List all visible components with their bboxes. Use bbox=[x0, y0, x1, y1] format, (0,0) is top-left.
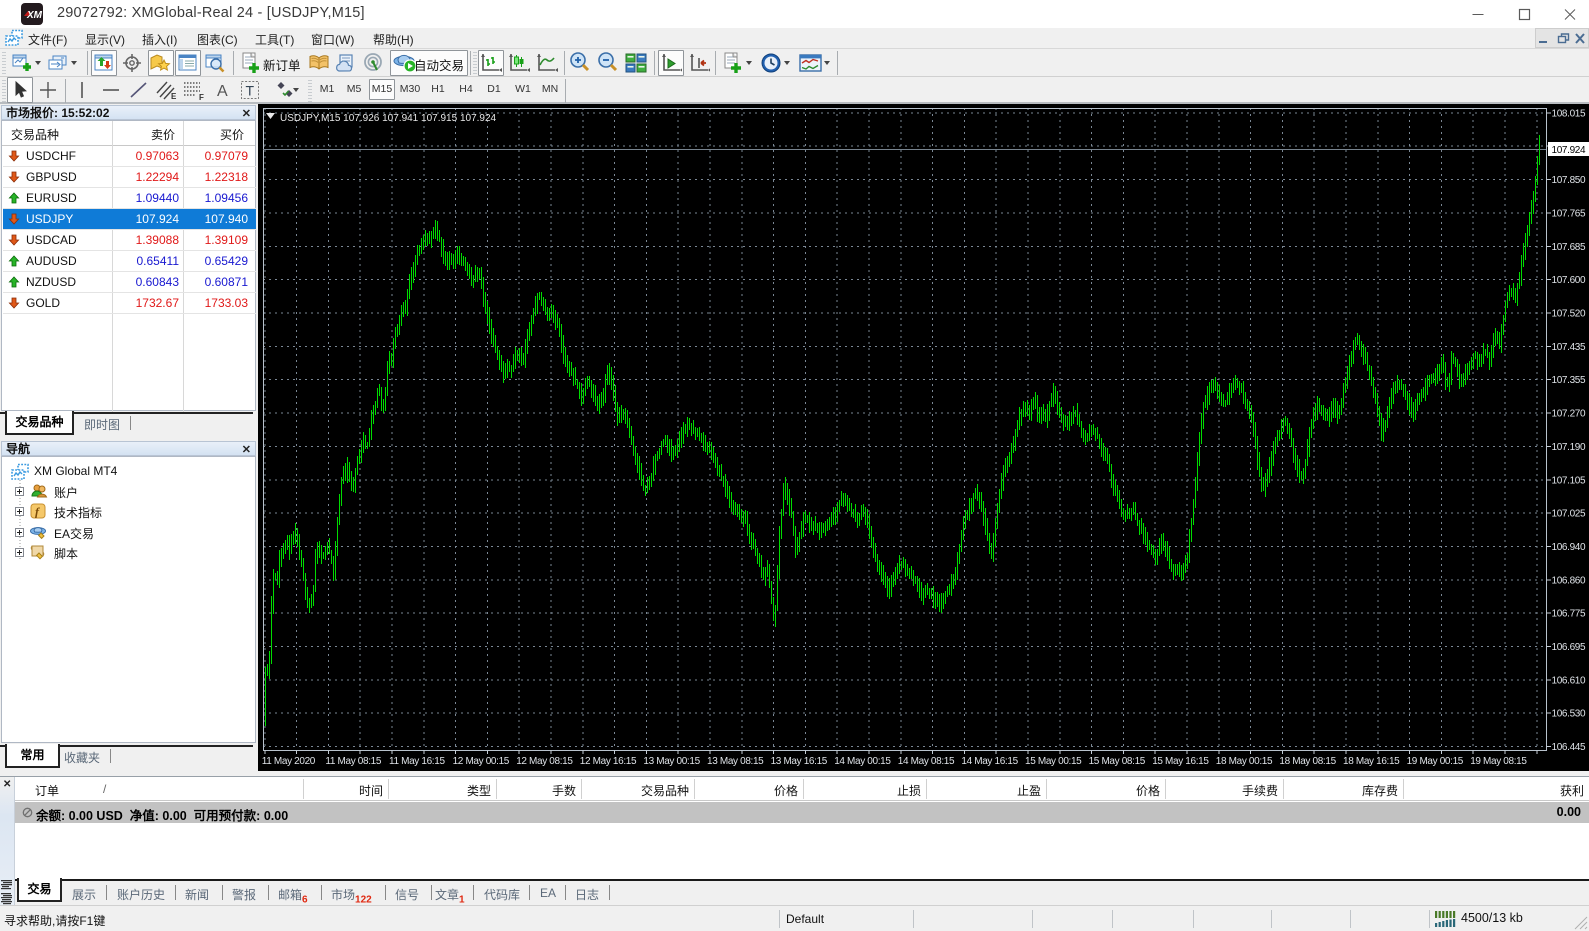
svg-text:T: T bbox=[246, 83, 255, 99]
svg-text:12 May 16:15: 12 May 16:15 bbox=[580, 756, 637, 767]
svg-text:107.520: 107.520 bbox=[1552, 309, 1586, 320]
svg-text:107.765: 107.765 bbox=[1552, 208, 1586, 219]
svg-text:14 May 16:15: 14 May 16:15 bbox=[961, 756, 1018, 767]
svg-text:106.610: 106.610 bbox=[1552, 675, 1586, 686]
svg-text:107.105: 107.105 bbox=[1552, 475, 1586, 486]
svg-text:107.355: 107.355 bbox=[1552, 375, 1586, 386]
svg-text:12 May 08:15: 12 May 08:15 bbox=[516, 756, 573, 767]
svg-text:14 May 00:15: 14 May 00:15 bbox=[834, 756, 891, 767]
svg-text:108.015: 108.015 bbox=[1552, 108, 1586, 119]
svg-text:107.025: 107.025 bbox=[1552, 509, 1586, 520]
svg-text:13 May 08:15: 13 May 08:15 bbox=[707, 756, 764, 767]
svg-text:107.850: 107.850 bbox=[1552, 175, 1586, 186]
svg-text:F: F bbox=[199, 93, 204, 101]
svg-text:107.270: 107.270 bbox=[1552, 409, 1586, 420]
svg-text:E: E bbox=[171, 92, 177, 101]
svg-text:18 May 16:15: 18 May 16:15 bbox=[1343, 756, 1400, 767]
svg-text:107.190: 107.190 bbox=[1552, 442, 1586, 453]
svg-text:107.685: 107.685 bbox=[1552, 242, 1586, 253]
svg-text:106.860: 106.860 bbox=[1552, 575, 1586, 586]
svg-text:11 May 16:15: 11 May 16:15 bbox=[389, 756, 445, 767]
svg-text:107.924: 107.924 bbox=[1552, 145, 1586, 156]
svg-text:15 May 08:15: 15 May 08:15 bbox=[1089, 756, 1146, 767]
svg-text:19 May 00:15: 19 May 00:15 bbox=[1407, 756, 1464, 767]
svg-text:106.530: 106.530 bbox=[1552, 709, 1586, 720]
svg-text:107.435: 107.435 bbox=[1552, 342, 1586, 353]
svg-text:106.940: 106.940 bbox=[1552, 542, 1586, 553]
svg-text:19 May 08:15: 19 May 08:15 bbox=[1470, 756, 1527, 767]
svg-text:106.695: 106.695 bbox=[1552, 642, 1586, 653]
svg-text:107.600: 107.600 bbox=[1552, 275, 1586, 286]
svg-text:18 May 08:15: 18 May 08:15 bbox=[1279, 756, 1336, 767]
svg-text:11 May 2020: 11 May 2020 bbox=[262, 756, 316, 767]
svg-text:13 May 16:15: 13 May 16:15 bbox=[771, 756, 828, 767]
svg-text:12 May 00:15: 12 May 00:15 bbox=[453, 756, 510, 767]
svg-text:13 May 00:15: 13 May 00:15 bbox=[643, 756, 700, 767]
svg-text:18 May 00:15: 18 May 00:15 bbox=[1216, 756, 1273, 767]
svg-text:11 May 08:15: 11 May 08:15 bbox=[325, 756, 381, 767]
svg-text:XM: XM bbox=[26, 10, 43, 21]
svg-text:USDJPY,M15 107.926 107.941 10: USDJPY,M15 107.926 107.941 107.915 107.9… bbox=[280, 113, 497, 124]
svg-text:15 May 16:15: 15 May 16:15 bbox=[1152, 756, 1209, 767]
svg-text:106.775: 106.775 bbox=[1552, 609, 1586, 620]
svg-text:15 May 00:15: 15 May 00:15 bbox=[1025, 756, 1082, 767]
svg-text:106.445: 106.445 bbox=[1552, 742, 1586, 753]
svg-text:A: A bbox=[217, 83, 228, 100]
svg-text:14 May 08:15: 14 May 08:15 bbox=[898, 756, 955, 767]
